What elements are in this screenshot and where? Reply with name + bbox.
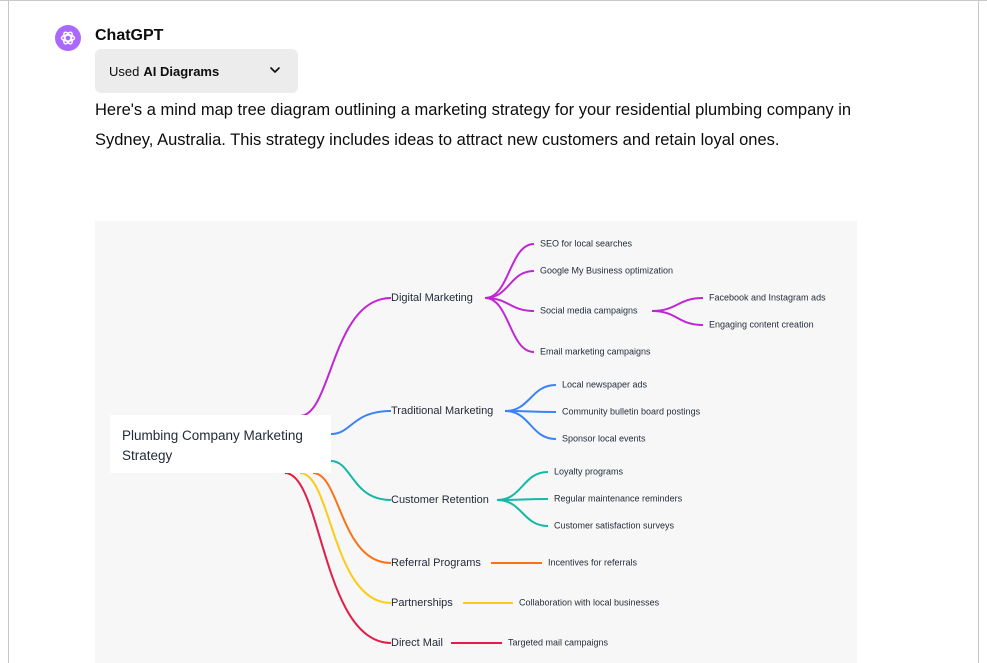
mind-map-edge [651, 310, 704, 326]
mind-map-leaf-label: Local newspaper ads [562, 379, 648, 389]
mind-map-leaf-label: Engaging content creation [709, 319, 814, 329]
mind-map-leaf-label: Social media campaigns [540, 305, 638, 315]
mind-map-edge [504, 384, 557, 412]
mind-map-edge [496, 499, 549, 527]
mind-map-edge [330, 410, 392, 435]
mind-map-leaf-label: Customer satisfaction surveys [554, 520, 675, 530]
assistant-message: Here's a mind map tree diagram outlining… [95, 101, 852, 149]
mind-map-leaf-label: Email marketing campaigns [540, 346, 651, 356]
mind-map-leaf-label: Loyalty programs [554, 466, 624, 476]
mind-map-leaf-label: Targeted mail campaigns [508, 637, 609, 647]
mind-map-leaf-label: Incentives for referrals [548, 557, 638, 567]
mind-map-branch-label: Digital Marketing [391, 292, 473, 304]
mind-map-edge [504, 410, 557, 440]
mind-map-leaf-label: Regular maintenance reminders [554, 493, 683, 503]
mind-map-leaf-label: Community bulletin board postings [562, 406, 701, 416]
window-right-border [978, 0, 979, 663]
mind-map-edge [284, 472, 392, 644]
mind-map-leaf-label: Facebook and Instagram ads [709, 292, 826, 302]
tool-name: AI Diagrams [143, 63, 220, 79]
mind-map-leaf-label: Google My Business optimization [540, 265, 673, 275]
mind-map-leaf-label: Sponsor local events [562, 433, 646, 443]
mind-map-branch-label: Partnerships [391, 597, 453, 609]
mind-map-edge [651, 297, 704, 312]
mind-map-edge [484, 297, 535, 353]
mind-map-edge [312, 472, 392, 564]
mind-map-edge [299, 297, 392, 417]
mind-map-branch-label: Traditional Marketing [391, 405, 493, 417]
mind-map-edge [299, 472, 392, 604]
mind-map-edge [496, 471, 549, 501]
mind-map-branch-label: Direct Mail [391, 637, 443, 649]
window-top-border [0, 0, 987, 1]
mind-map-root-node: Plumbing Company Marketing Strategy [110, 415, 331, 473]
mind-map-branch-label: Customer Retention [391, 494, 489, 506]
mind-map-edge [484, 270, 535, 299]
chevron-down-icon [269, 64, 281, 79]
tool-prefix: Used [109, 63, 140, 79]
mind-map-branch-label: Referral Programs [391, 557, 481, 569]
mind-map-edge [330, 460, 392, 501]
openai-logo-icon [55, 25, 81, 51]
mind-map-leaf-label: Collaboration with local businesses [519, 597, 660, 607]
sender-name: ChatGPT [95, 27, 164, 44]
mind-map-edge [496, 498, 549, 501]
tool-usage-toggle[interactable]: Used AI Diagrams [95, 49, 298, 93]
window-left-border [8, 0, 9, 663]
mind-map-diagram: Digital Marketing SEO for local searches G… [95, 221, 857, 663]
mind-map-leaf-label: SEO for local searches [540, 238, 633, 248]
